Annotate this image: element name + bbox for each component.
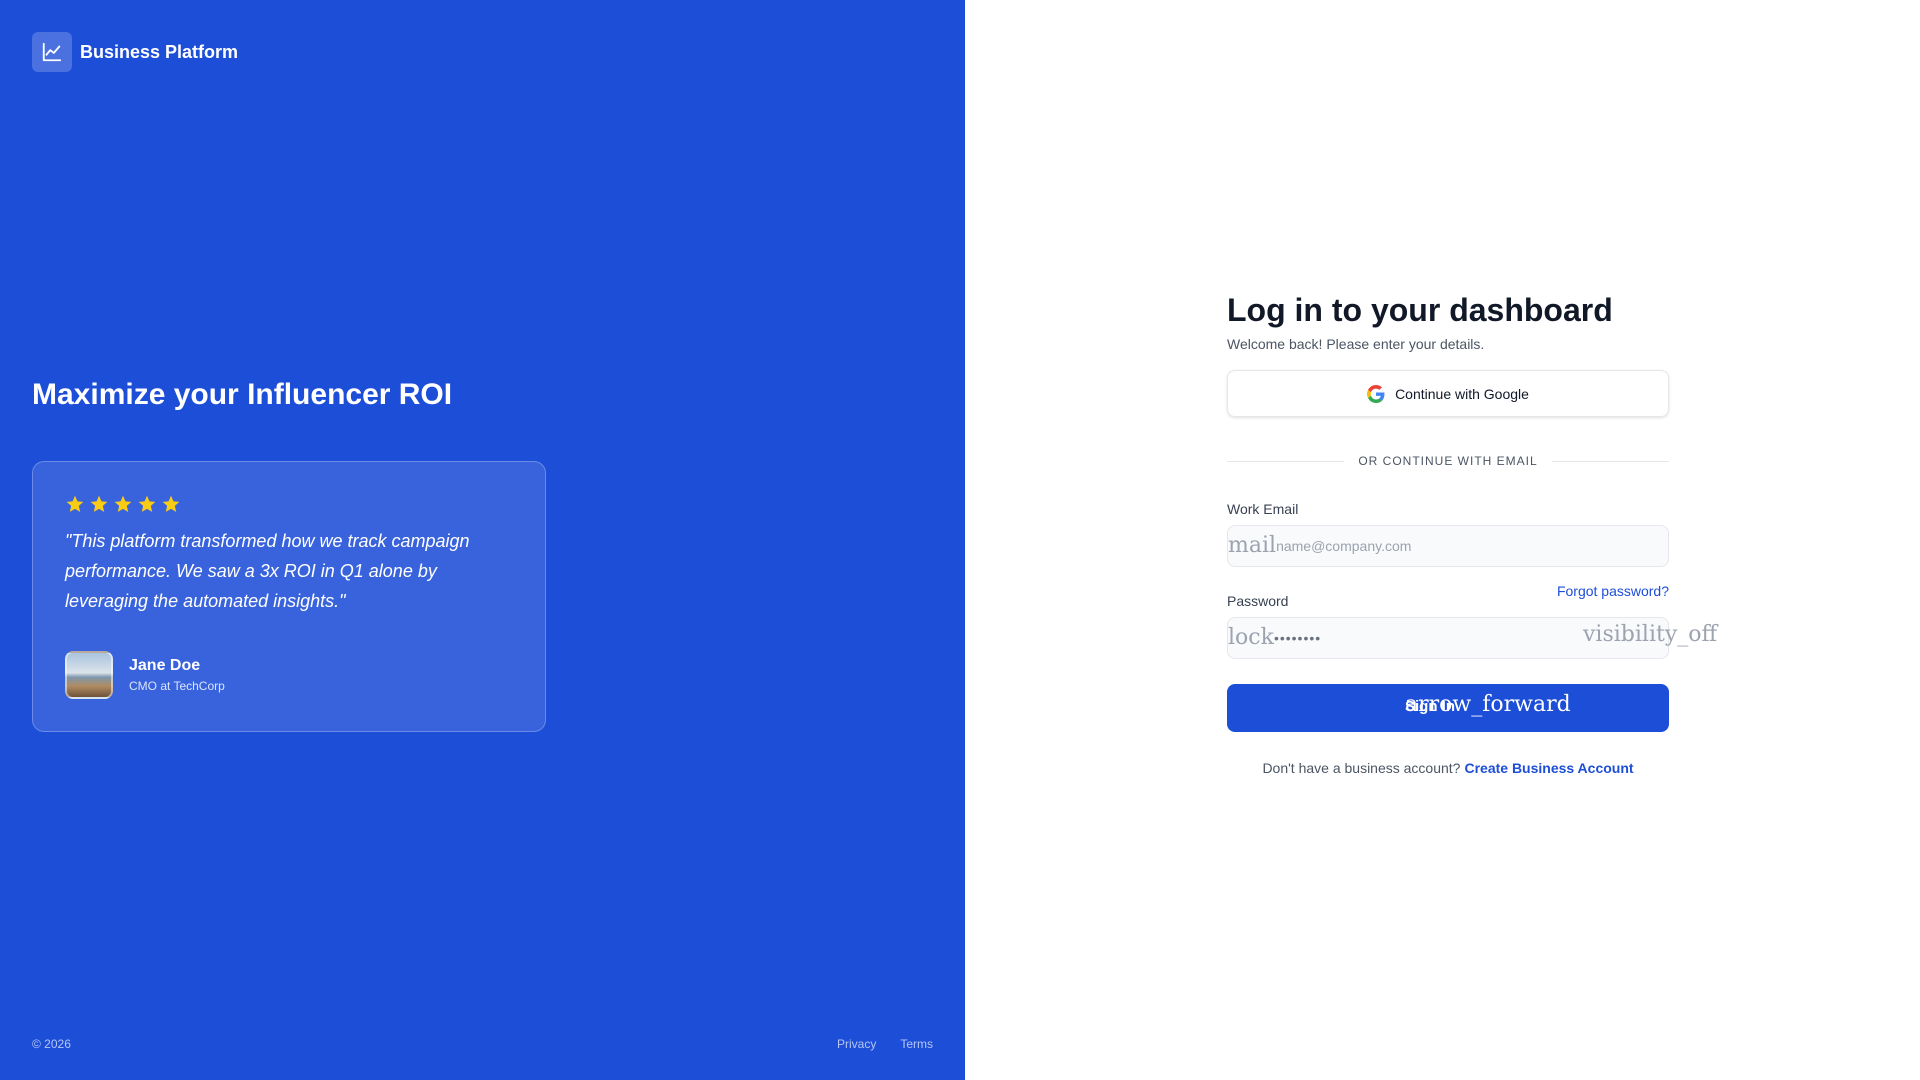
divider: OR CONTINUE WITH EMAIL	[1227, 454, 1669, 468]
copyright: © 2026	[32, 1037, 71, 1051]
star-icon	[162, 495, 180, 512]
google-button-label: Continue with Google	[1395, 385, 1529, 402]
brand-panel: Business Platform Maximize your Influenc…	[0, 0, 965, 1080]
terms-link[interactable]: Terms	[900, 1037, 933, 1051]
page-title: Log in to your dashboard	[1227, 292, 1613, 328]
sign-in-button[interactable]: Sign In arrow_forward	[1227, 684, 1669, 732]
testimonial-quote: "This platform transformed how we track …	[65, 531, 470, 611]
password-label: Password	[1227, 593, 1289, 609]
create-account-link[interactable]: Create Business Account	[1464, 760, 1633, 776]
email-field[interactable]: mail name@company.com	[1227, 525, 1669, 567]
testimonial-card: "This platform transformed how we track …	[32, 461, 546, 732]
email-label: Work Email	[1227, 501, 1299, 517]
testimonial-author: Jane Doe CMO at TechCorp	[65, 651, 225, 699]
google-signin-button[interactable]: Continue with Google	[1227, 370, 1669, 417]
brand[interactable]: Business Platform	[32, 32, 238, 72]
forgot-password-link[interactable]: Forgot password?	[1557, 583, 1669, 599]
login-panel: Log in to your dashboard Welcome back! P…	[965, 0, 1920, 1080]
signup-prompt: Don't have a business account? Create Bus…	[1227, 760, 1669, 776]
divider-label: OR CONTINUE WITH EMAIL	[1358, 454, 1538, 468]
star-icon	[90, 495, 108, 512]
star-rating	[65, 494, 513, 514]
password-field[interactable]: lock •••••••• visibility_off	[1227, 617, 1717, 659]
author-name: Jane Doe	[129, 657, 201, 674]
hero-title: Maximize your Influencer ROI	[32, 378, 453, 411]
brand-name: Business Platform	[80, 41, 239, 62]
signup-text: Don't have a business account?	[1262, 760, 1461, 776]
star-icon	[114, 495, 132, 512]
page-subtitle: Welcome back! Please enter your details.	[1227, 336, 1485, 352]
visibility-off-icon[interactable]: visibility_off	[1583, 624, 1717, 646]
password-value: ••••••••	[1273, 630, 1322, 646]
chart-line-icon	[32, 32, 72, 72]
privacy-link[interactable]: Privacy	[837, 1037, 876, 1051]
star-icon	[66, 495, 84, 512]
avatar	[65, 651, 113, 699]
google-icon	[1367, 384, 1385, 403]
email-placeholder: name@company.com	[1276, 538, 1412, 554]
lock-icon: lock	[1228, 625, 1274, 650]
mail-icon: mail	[1228, 533, 1277, 558]
author-role: CMO at TechCorp	[129, 679, 225, 693]
login-form: Log in to your dashboard Welcome back! P…	[1227, 290, 1717, 776]
footer-links: Privacy Terms	[837, 1037, 933, 1051]
star-icon	[138, 495, 156, 512]
arrow-forward-icon: arrow_forward	[1405, 692, 1571, 717]
